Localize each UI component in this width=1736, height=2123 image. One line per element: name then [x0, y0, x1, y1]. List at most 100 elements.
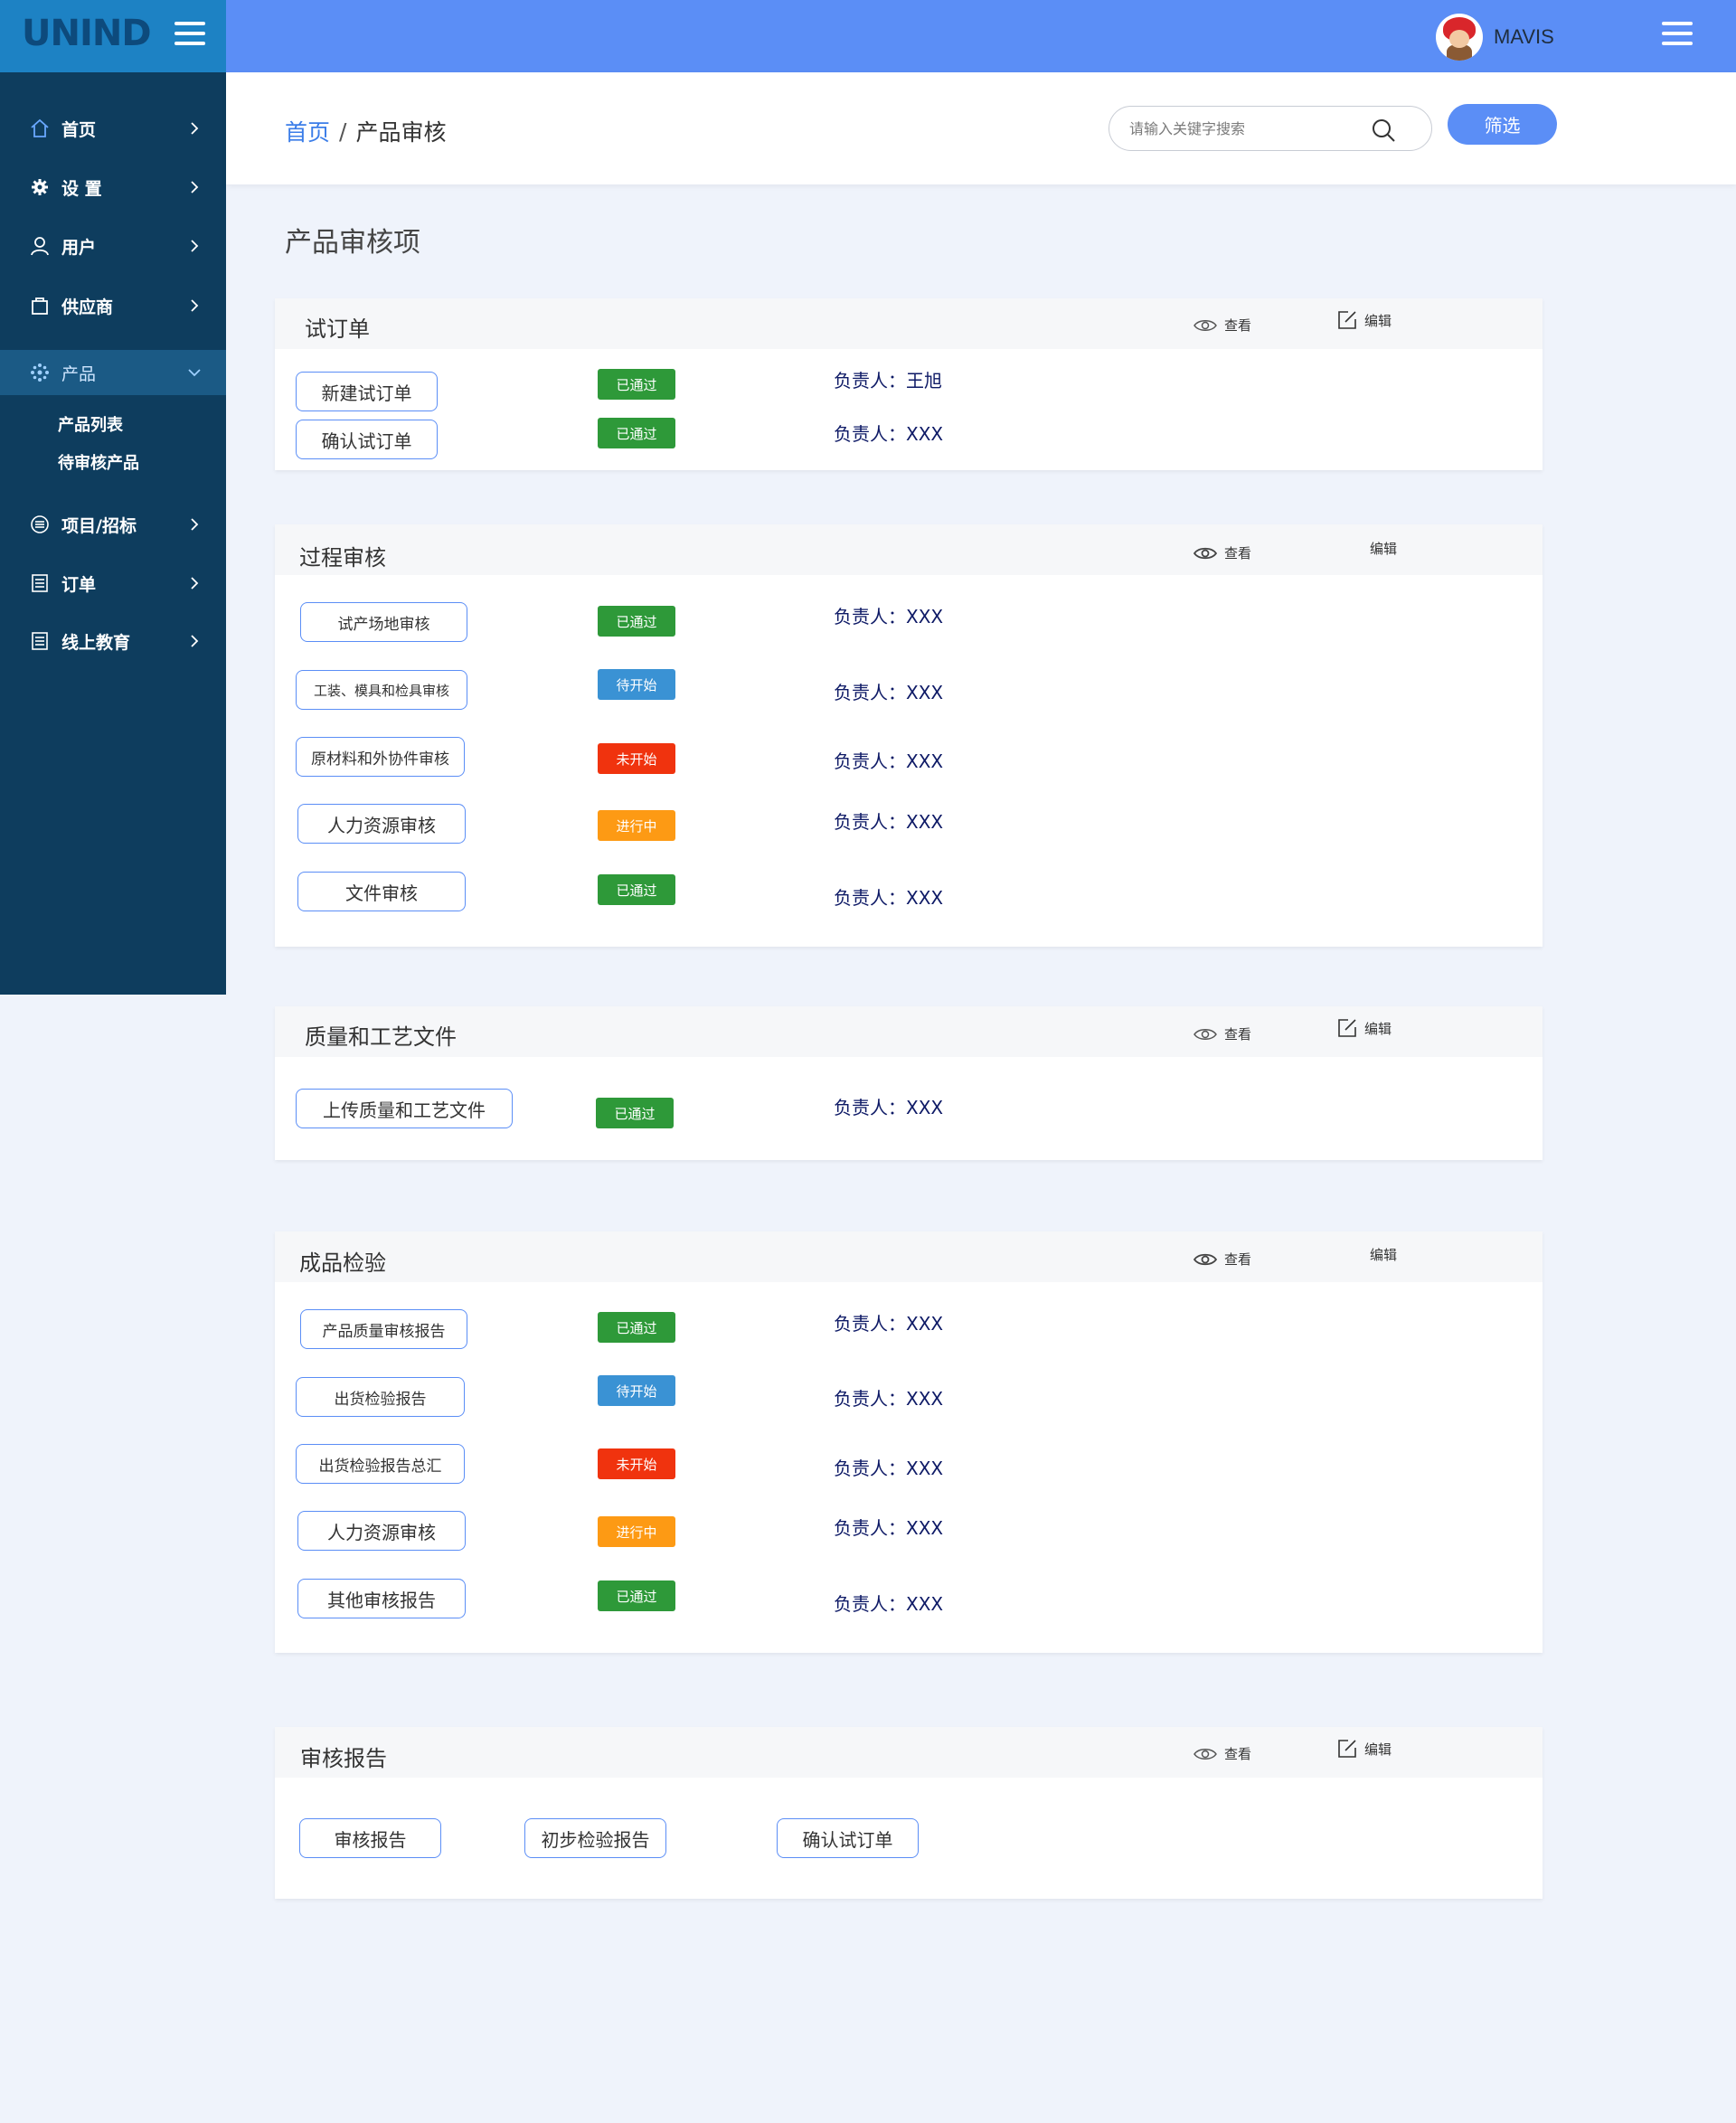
view-action[interactable]: 查看 [1194, 543, 1251, 562]
svg-text:UNIND: UNIND [22, 13, 151, 54]
status-badge: 进行中 [598, 810, 675, 841]
edit-icon [1338, 1740, 1356, 1758]
item-button[interactable]: 审核报告 [299, 1818, 441, 1858]
eye-icon [1194, 1028, 1217, 1040]
section-title: 过程审核 [299, 545, 386, 571]
owner-label: 负责人：王旭 [834, 370, 942, 392]
sidebar-subitem-pending-products[interactable]: 待审核产品 [58, 450, 139, 474]
search-box [1109, 106, 1432, 151]
item-button[interactable]: 确认试订单 [777, 1818, 919, 1858]
status-badge: 已通过 [598, 1312, 675, 1343]
chevron-right-icon [191, 122, 199, 135]
view-action[interactable]: 查看 [1194, 1250, 1251, 1269]
edit-action[interactable]: 编辑 [1370, 539, 1397, 558]
section-header [275, 1231, 1543, 1282]
sidebar-item-label: 用户 [61, 237, 97, 258]
item-button[interactable]: 试产场地审核 [300, 602, 467, 642]
sidebar-item-label: 订单 [61, 574, 97, 595]
edit-action[interactable]: 编辑 [1370, 1245, 1397, 1264]
search-icon[interactable] [1370, 117, 1397, 144]
item-button[interactable]: 人力资源审核 [297, 1511, 466, 1551]
section-title: 试订单 [305, 316, 370, 342]
section-header [275, 524, 1543, 575]
owner-label: 负责人：XXX [834, 606, 944, 627]
eye-icon [1194, 1748, 1217, 1760]
status-badge: 待开始 [598, 669, 675, 700]
edit-action[interactable]: 编辑 [1337, 310, 1392, 330]
chevron-down-icon [188, 369, 201, 377]
chevron-right-icon [191, 635, 199, 647]
section-title: 审核报告 [300, 1746, 387, 1771]
sidebar-toggle-menu-icon[interactable] [175, 22, 205, 45]
edit-action[interactable]: 编辑 [1337, 1018, 1392, 1038]
sidebar-item-orders[interactable]: 订单 [0, 561, 226, 606]
sidebar-item-projects[interactable]: 项目/招标 [0, 502, 226, 547]
view-label: 查看 [1224, 545, 1252, 561]
sidebar-item-users[interactable]: 用户 [0, 223, 226, 269]
view-action[interactable]: 查看 [1194, 1024, 1251, 1043]
item-button[interactable]: 出货检验报告总汇 [296, 1444, 465, 1484]
edit-action[interactable]: 编辑 [1337, 1739, 1392, 1759]
item-button[interactable]: 其他审核报告 [297, 1579, 466, 1618]
status-badge: 已通过 [598, 1580, 675, 1611]
chevron-right-icon [191, 299, 199, 312]
item-button[interactable]: 产品质量审核报告 [300, 1309, 467, 1349]
owner-label: 负责人：XXX [834, 811, 944, 833]
logo-area: UNIND [0, 0, 226, 72]
user-icon [30, 236, 50, 256]
item-button[interactable]: 工装、模具和检具审核 [296, 670, 467, 710]
item-button[interactable]: 初步检验报告 [524, 1818, 666, 1858]
owner-label: 负责人：XXX [834, 682, 944, 703]
sidebar-subitem-product-list[interactable]: 产品列表 [58, 412, 123, 436]
eye-icon [1194, 319, 1217, 331]
sidebar-item-suppliers[interactable]: 供应商 [0, 283, 226, 328]
menu-icon[interactable] [1662, 22, 1693, 45]
search-input[interactable] [1129, 116, 1373, 141]
view-action[interactable]: 查看 [1194, 1744, 1251, 1763]
status-badge: 进行中 [598, 1516, 675, 1547]
avatar[interactable] [1436, 14, 1483, 61]
edit-label: 编辑 [1364, 1741, 1392, 1758]
owner-label: 负责人：XXX [834, 887, 944, 909]
chevron-right-icon [191, 577, 199, 590]
sidebar-item-home[interactable]: 首页 [0, 106, 226, 151]
status-badge: 已通过 [598, 874, 675, 905]
bag-icon [30, 296, 50, 316]
edit-label: 编辑 [1364, 1020, 1392, 1037]
item-button[interactable]: 确认试订单 [296, 420, 438, 459]
owner-label: 负责人：XXX [834, 1458, 944, 1479]
sidebar-item-online-education[interactable]: 线上教育 [0, 618, 226, 664]
eye-icon [1194, 1253, 1217, 1265]
item-button[interactable]: 人力资源审核 [297, 804, 466, 844]
logo: UNIND [20, 11, 156, 66]
owner-label: 负责人：XXX [834, 1388, 944, 1410]
breadcrumb-separator: / [339, 118, 347, 145]
owner-label: 负责人：XXX [834, 423, 944, 445]
status-badge: 已通过 [596, 1098, 674, 1128]
sidebar: 首页 设 置 用户 供应商 产品 产品列表 待审核产品 项目/招标 订单 线上教… [0, 72, 226, 995]
item-button[interactable]: 新建试订单 [296, 372, 438, 411]
filter-button[interactable]: 筛选 [1448, 104, 1557, 145]
item-button[interactable]: 上传质量和工艺文件 [296, 1089, 513, 1128]
breadcrumb-home-link[interactable]: 首页 [285, 115, 330, 147]
edit-label: 编辑 [1370, 1247, 1398, 1263]
item-button[interactable]: 原材料和外协件审核 [296, 737, 465, 777]
chevron-right-icon [191, 518, 199, 531]
document-icon [30, 573, 50, 593]
owner-label: 负责人：XXX [834, 750, 944, 772]
item-button[interactable]: 文件审核 [297, 872, 466, 911]
chevron-right-icon [191, 181, 199, 193]
item-button[interactable]: 出货检验报告 [296, 1377, 465, 1417]
document-icon [30, 631, 50, 651]
view-label: 查看 [1224, 1746, 1252, 1762]
section-title: 质量和工艺文件 [305, 1024, 457, 1050]
section-card-audit-report: 审核报告 查看 编辑 审核报告 初步检验报告 确认试订单 [275, 1727, 1543, 1899]
sidebar-item-settings[interactable]: 设 置 [0, 165, 226, 210]
username[interactable]: MAVIS [1494, 25, 1554, 49]
sidebar-item-label: 产品 [61, 363, 97, 384]
sidebar-item-products[interactable]: 产品 [0, 350, 226, 395]
sidebar-item-label: 首页 [61, 119, 97, 140]
status-badge: 待开始 [598, 1375, 675, 1406]
section-card-final-inspection: 成品检验 查看 编辑 产品质量审核报告 已通过 负责人：XXX 出货检验报告 待… [275, 1231, 1543, 1653]
view-action[interactable]: 查看 [1194, 316, 1251, 335]
